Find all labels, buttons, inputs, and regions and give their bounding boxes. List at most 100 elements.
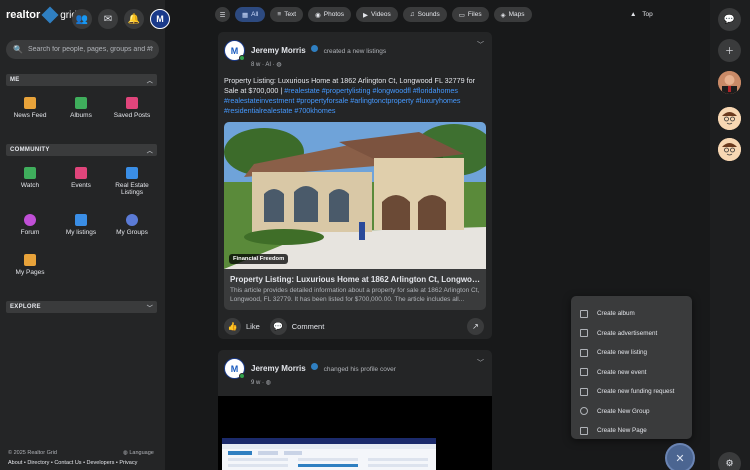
people-icon[interactable]: 👥 [72, 9, 92, 29]
avatar-logo-icon: M [230, 363, 239, 374]
language-link[interactable]: ◍ Language [123, 450, 154, 456]
post-action: changed his profile cover [323, 366, 396, 373]
person-photo-icon [718, 71, 741, 94]
card-description: This article provides detailed informati… [230, 286, 480, 303]
contact-avatar[interactable] [718, 138, 741, 161]
section-me-label: ME [10, 77, 20, 83]
create-page-item[interactable]: Create New Page [571, 421, 692, 441]
album-icon [580, 309, 588, 318]
brand-mark-icon [41, 6, 59, 24]
filter-videos[interactable]: ▶ Videos [356, 7, 398, 22]
post-options-chevron-icon[interactable]: ﹀ [477, 40, 484, 50]
filter-all[interactable]: ▦ All [235, 7, 266, 22]
contact-avatar[interactable] [718, 107, 741, 130]
bookmark-icon [126, 97, 138, 109]
post-timestamp[interactable]: 9 w · [251, 380, 264, 386]
listing-icon [580, 348, 588, 357]
cover-photo[interactable] [218, 396, 492, 470]
create-advertisement-item[interactable]: Create advertisement [571, 324, 692, 344]
create-album-item[interactable]: Create album [571, 304, 692, 324]
sidebar-item-forum[interactable]: Forum [5, 214, 55, 236]
group-icon [580, 407, 588, 416]
sidebar-item-events[interactable]: Events [56, 167, 106, 189]
globe-icon: ◍ [265, 380, 271, 386]
like-button[interactable]: 👍 Like [224, 318, 260, 336]
sort-top[interactable]: ▲ Top [630, 11, 653, 18]
user-settings-icon[interactable]: ⚙ [718, 452, 741, 470]
watch-icon [24, 167, 36, 179]
filter-sounds[interactable]: ♫ Sounds [402, 7, 447, 22]
sidebar-item-saved-posts[interactable]: Saved Posts [107, 97, 157, 119]
sidebar-item-label: Events [71, 182, 91, 189]
search-input[interactable] [27, 46, 153, 53]
card-badge: Financial Freedom [229, 253, 289, 264]
online-status-icon [239, 55, 245, 61]
filter-label: Files [467, 11, 482, 18]
section-community[interactable]: COMMUNITY ︿ [6, 144, 157, 156]
calendar-icon [75, 167, 87, 179]
link-preview-card[interactable]: Financial Freedom Property Listing: Luxu… [224, 121, 486, 311]
create-listing-item[interactable]: Create new listing [571, 343, 692, 363]
section-explore[interactable]: EXPLORE ﹀ [6, 301, 157, 313]
app-root: realtor grid 👥 ✉ 🔔 M 🔍 ME ︿ News Feed Al… [0, 0, 750, 470]
filter-files[interactable]: ▭ Files [451, 7, 489, 22]
brand-name: realtor [6, 9, 41, 21]
sidebar-item-real-estate-listings[interactable]: Real Estate Listings [107, 167, 157, 197]
sidebar-item-albums[interactable]: Albums [56, 97, 106, 119]
messages-icon[interactable]: ✉ [98, 9, 118, 29]
like-label: Like [246, 322, 260, 332]
sidebar-item-label: My listings [65, 229, 97, 236]
filter-photos[interactable]: ◉ Photos [308, 7, 352, 22]
post-options-chevron-icon[interactable]: ﹀ [477, 358, 484, 368]
filter-label: Videos [371, 11, 391, 18]
section-me[interactable]: ME ︿ [6, 74, 157, 86]
notifications-icon[interactable]: 🔔 [124, 9, 144, 29]
section-explore-label: EXPLORE [10, 304, 41, 310]
map-icon: ◈ [500, 11, 506, 19]
groups-icon [126, 214, 138, 226]
text-icon: ≡ [277, 11, 282, 18]
footer-links[interactable]: About • Directory • Contact Us • Develop… [8, 460, 137, 466]
close-create-menu-button[interactable]: ✕ [665, 443, 695, 470]
sidebar-item-news-feed[interactable]: News Feed [5, 97, 55, 119]
filter-label: Sounds [417, 11, 440, 18]
post-author[interactable]: Jeremy Morris [251, 364, 306, 373]
share-icon[interactable]: ↗ [467, 318, 484, 336]
search-box[interactable]: 🔍 [6, 40, 159, 59]
chevron-down-icon: ﹀ [146, 305, 153, 312]
section-community-label: COMMUNITY [10, 147, 50, 153]
create-event-item[interactable]: Create new event [571, 363, 692, 383]
close-icon: ✕ [675, 452, 685, 465]
filter-settings-icon[interactable]: ☰ [215, 7, 230, 22]
post-meta: 9 w · ◍ [251, 379, 396, 386]
brand-logo[interactable]: realtor grid [6, 6, 77, 24]
filter-maps[interactable]: ◈ Maps [493, 7, 532, 22]
menu-item-label: Create new event [597, 368, 647, 376]
create-group-item[interactable]: Create New Group [571, 402, 692, 422]
add-friend-icon[interactable]: ＋ [718, 39, 741, 62]
avatar[interactable]: M [224, 358, 245, 379]
flag-icon [24, 254, 36, 266]
sidebar-item-watch[interactable]: Watch [5, 167, 55, 189]
card-title[interactable]: Property Listing: Luxurious Home at 1862… [224, 269, 486, 284]
sidebar-item-my-listings[interactable]: My listings [56, 214, 106, 236]
create-funding-item[interactable]: Create new funding request [571, 382, 692, 402]
contact-avatar[interactable] [718, 71, 741, 94]
sidebar-item-label: My Pages [15, 269, 45, 276]
filter-text[interactable]: ≡ Text [270, 7, 304, 22]
chat-icon[interactable]: 💬 [718, 8, 741, 31]
avatar[interactable]: M [150, 9, 170, 29]
funding-icon [580, 387, 588, 396]
menu-item-label: Create album [597, 310, 635, 318]
sidebar-item-my-pages[interactable]: My Pages [5, 254, 55, 276]
language-label: Language [129, 450, 154, 456]
post-actions: 👍 Like 💬 Comment ↗ [218, 310, 492, 343]
cover-screenshot-image [222, 438, 436, 470]
camera-icon: ◉ [315, 11, 321, 19]
post-timestamp[interactable]: 8 w · AI · [251, 62, 275, 68]
comment-button[interactable]: 💬 Comment [269, 318, 324, 336]
post-author[interactable]: Jeremy Morris [251, 46, 306, 55]
avatar[interactable]: M [224, 40, 245, 61]
feed-filter-bar: ☰ ▦ All ≡ Text ◉ Photos ▶ Videos ♫ Sound… [215, 7, 532, 22]
sidebar-item-my-groups[interactable]: My Groups [107, 214, 157, 236]
